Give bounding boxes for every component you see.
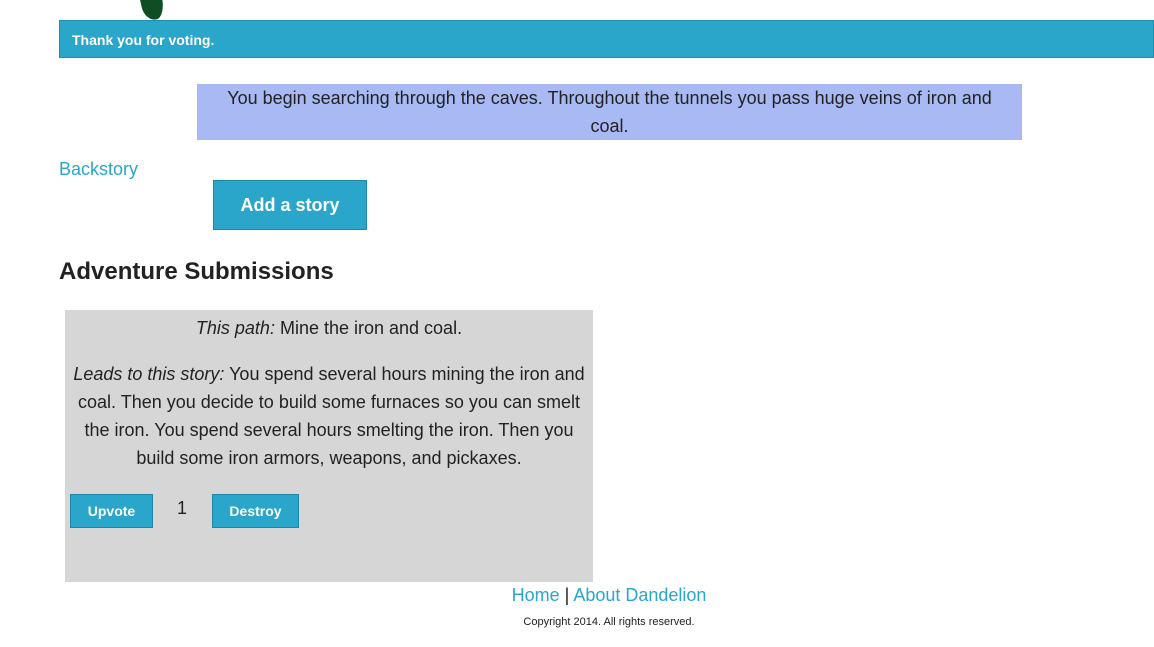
story-text: You begin searching through the caves. T… xyxy=(227,88,992,136)
vote-count: 1 xyxy=(177,498,188,518)
vote-notice-banner: Thank you for voting. xyxy=(59,20,1154,58)
path-label: This path: xyxy=(195,318,275,338)
leads-to-story: Leads to this story: You spend several h… xyxy=(73,360,585,472)
about-link[interactable]: About Dandelion xyxy=(573,585,706,605)
upvote-button[interactable]: Upvote xyxy=(70,494,153,528)
submission-card: This path: Mine the iron and coal. Leads… xyxy=(65,310,593,582)
leads-label: Leads to this story: xyxy=(73,364,225,384)
path-text: Mine the iron and coal. xyxy=(274,318,463,338)
footer-separator: | xyxy=(564,585,570,605)
path-line: This path: Mine the iron and coal. xyxy=(65,314,593,342)
page: Thank you for voting. You begin searchin… xyxy=(0,0,1154,647)
footer-nav: Home | About Dandelion xyxy=(0,585,1154,606)
copyright-text: Copyright 2014. All rights reserved. xyxy=(523,616,695,628)
current-story-text: You begin searching through the caves. T… xyxy=(197,84,1022,140)
backstory-link[interactable]: Backstory xyxy=(59,159,138,180)
add-story-button[interactable]: Add a story xyxy=(213,180,367,230)
home-link[interactable]: Home xyxy=(512,585,560,605)
leaf-logo-icon xyxy=(137,0,167,22)
destroy-button[interactable]: Destroy xyxy=(212,494,299,528)
submissions-title: Adventure Submissions xyxy=(59,258,334,285)
notice-text: Thank you for voting. xyxy=(72,32,215,48)
